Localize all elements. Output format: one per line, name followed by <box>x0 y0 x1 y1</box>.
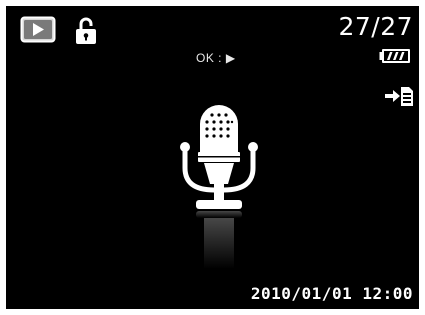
capture-datetime: 2010/01/01 12:00 <box>250 284 413 303</box>
playback-icon <box>20 16 56 43</box>
image-counter: 27/27 <box>338 12 413 41</box>
camera-playback-screen: 27/27 OK : ▶ 2010/01/01 12:00 <box>6 6 419 309</box>
ok-play-hint: OK : ▶ <box>196 51 236 65</box>
lock-icon <box>76 17 96 44</box>
microphone-icon <box>180 105 258 269</box>
battery-full-icon <box>379 49 410 63</box>
card-transfer-icon <box>385 87 413 106</box>
